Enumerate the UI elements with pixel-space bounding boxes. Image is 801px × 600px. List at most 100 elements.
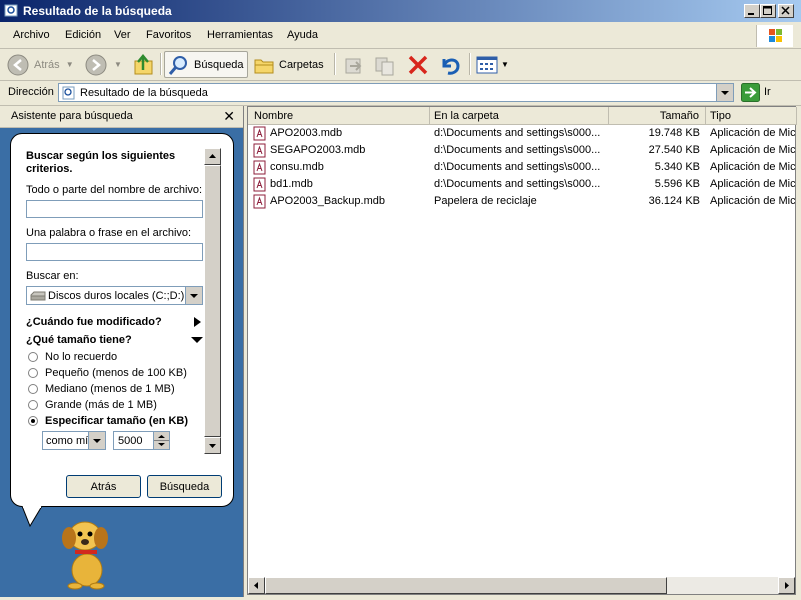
size-value: 5000 xyxy=(118,435,143,447)
menu-edicion[interactable]: Edición xyxy=(65,29,101,41)
table-row[interactable]: APO2003.mdb d:\Documents and settings\s0… xyxy=(248,125,795,142)
copy-to-button[interactable] xyxy=(373,51,397,78)
size-option-large[interactable]: Grande (más de 1 MB) xyxy=(28,399,157,411)
title-bar: Resultado de la búsqueda xyxy=(0,0,801,22)
file-type: Aplicación de Micr xyxy=(710,144,795,156)
go-button[interactable]: Ir xyxy=(741,83,771,103)
table-row[interactable]: bd1.mdb d:\Documents and settings\s000..… xyxy=(248,176,795,193)
size-option-medium[interactable]: Mediano (menos de 1 MB) xyxy=(28,383,175,395)
file-name: bd1.mdb xyxy=(270,178,313,190)
address-dropdown-button[interactable] xyxy=(716,84,733,101)
size-option-none[interactable]: No lo recuerdo xyxy=(28,351,117,363)
forward-button[interactable]: ▼ xyxy=(84,51,122,78)
file-size: 36.124 KB xyxy=(648,195,700,207)
when-modified-toggle[interactable]: ¿Cuándo fue modificado? xyxy=(26,316,162,328)
minimize-button[interactable] xyxy=(744,4,760,18)
access-file-icon xyxy=(253,126,266,141)
spin-up-down-icon[interactable] xyxy=(154,432,169,449)
search-pane-close-icon[interactable]: ✕ xyxy=(223,109,235,123)
forward-dropdown-icon[interactable]: ▼ xyxy=(114,60,122,69)
size-question-toggle[interactable]: ¿Qué tamaño tiene? xyxy=(26,334,132,346)
search-criteria-title: Buscar según los siguientes criterios. xyxy=(26,150,176,175)
address-field[interactable]: Resultado de la búsqueda xyxy=(58,83,734,102)
size-option-specify[interactable]: Especificar tamaño (en KB) xyxy=(28,415,188,427)
size-value-spinner[interactable]: 5000 xyxy=(113,431,170,450)
views-dropdown-icon[interactable]: ▼ xyxy=(501,60,509,69)
views-button[interactable]: ▼ xyxy=(475,51,509,78)
menu-favoritos[interactable]: Favoritos xyxy=(146,29,191,41)
chevron-down-icon xyxy=(721,91,729,95)
expand-arrow-icon[interactable] xyxy=(193,316,203,328)
filename-input[interactable] xyxy=(26,200,203,218)
file-type: Aplicación de Micr xyxy=(710,178,795,190)
menu-archivo[interactable]: Archivo xyxy=(13,29,50,41)
table-row[interactable]: SEGAPO2003.mdb d:\Documents and settings… xyxy=(248,142,795,159)
maximize-button[interactable] xyxy=(760,4,776,18)
lookin-select[interactable]: Discos duros locales (C:;D:) xyxy=(26,286,203,305)
menu-ayuda[interactable]: Ayuda xyxy=(287,29,318,41)
column-header-size[interactable]: Tamaño xyxy=(609,107,706,125)
start-search-button[interactable]: Búsqueda xyxy=(147,475,222,498)
size-option-label: Pequeño (menos de 100 KB) xyxy=(45,367,187,379)
search-pane-title: Asistente para búsqueda xyxy=(11,110,133,122)
radio-icon[interactable] xyxy=(28,352,38,362)
radio-icon[interactable] xyxy=(28,400,38,410)
up-folder-icon xyxy=(134,53,153,74)
criteria-scrollbar[interactable] xyxy=(204,148,221,454)
column-header-name[interactable]: Nombre xyxy=(248,107,430,125)
column-header-type[interactable]: Tipo xyxy=(706,107,797,125)
close-window-button[interactable] xyxy=(778,4,794,18)
column-header-folder[interactable]: En la carpeta xyxy=(430,107,609,125)
size-mode-dropdown-button[interactable] xyxy=(88,432,105,449)
up-folder-button[interactable] xyxy=(133,51,155,78)
undo-button[interactable] xyxy=(438,51,462,78)
move-to-button[interactable] xyxy=(342,51,366,78)
access-file-icon xyxy=(253,143,266,158)
access-file-icon xyxy=(253,194,266,209)
radio-selected-icon[interactable] xyxy=(28,416,38,426)
explorer-window: Resultado de la búsqueda Archivo Edición… xyxy=(0,0,801,600)
size-option-small[interactable]: Pequeño (menos de 100 KB) xyxy=(28,367,187,379)
search-window-icon xyxy=(4,4,18,17)
folders-button[interactable]: Carpetas xyxy=(253,51,324,78)
size-option-label: No lo recuerdo xyxy=(45,351,118,363)
menu-ver[interactable]: Ver xyxy=(114,29,131,41)
scroll-right-button[interactable] xyxy=(778,577,795,594)
go-arrow-icon xyxy=(741,83,760,102)
file-folder: d:\Documents and settings\s000... xyxy=(434,144,601,156)
table-row[interactable]: APO2003_Backup.mdb Papelera de reciclaje… xyxy=(248,193,795,210)
views-icon xyxy=(476,56,498,73)
scroll-left-button[interactable] xyxy=(248,577,265,594)
arrow-down-icon xyxy=(209,444,216,448)
file-folder: d:\Documents and settings\s000... xyxy=(434,161,601,173)
delete-button[interactable] xyxy=(406,51,430,78)
table-row[interactable]: consu.mdb d:\Documents and settings\s000… xyxy=(248,159,795,176)
search-pane-header: Asistente para búsqueda ✕ xyxy=(0,106,243,128)
file-type: Aplicación de Micr xyxy=(710,127,795,139)
collapse-arrow-icon[interactable] xyxy=(190,336,204,346)
menu-herramientas[interactable]: Herramientas xyxy=(207,29,273,41)
back-button[interactable]: Atrás ▼ xyxy=(6,51,74,78)
scroll-thumb[interactable] xyxy=(265,577,667,594)
size-option-label: Mediano (menos de 1 MB) xyxy=(45,383,175,395)
results-horizontal-scrollbar[interactable] xyxy=(248,577,795,594)
back-dropdown-icon[interactable]: ▼ xyxy=(66,60,74,69)
size-mode-select[interactable]: como mín xyxy=(42,431,106,450)
maximize-icon xyxy=(763,6,772,15)
spinner-buttons[interactable] xyxy=(153,432,169,449)
radio-icon[interactable] xyxy=(28,368,38,378)
file-size: 5.340 KB xyxy=(654,161,700,173)
arrow-up-icon xyxy=(209,154,216,158)
file-type: Aplicación de Micr xyxy=(710,195,795,207)
radio-icon[interactable] xyxy=(28,384,38,394)
delete-x-icon xyxy=(408,55,428,74)
address-label: Dirección xyxy=(8,86,54,98)
search-button[interactable]: Búsqueda xyxy=(164,51,248,78)
scroll-thumb[interactable] xyxy=(204,165,221,437)
lookin-dropdown-button[interactable] xyxy=(185,287,202,304)
phrase-input[interactable] xyxy=(26,243,203,261)
scroll-up-button[interactable] xyxy=(204,148,221,165)
scroll-down-button[interactable] xyxy=(204,437,221,454)
file-size: 19.748 KB xyxy=(648,127,700,139)
back-search-button[interactable]: Atrás xyxy=(66,475,141,498)
